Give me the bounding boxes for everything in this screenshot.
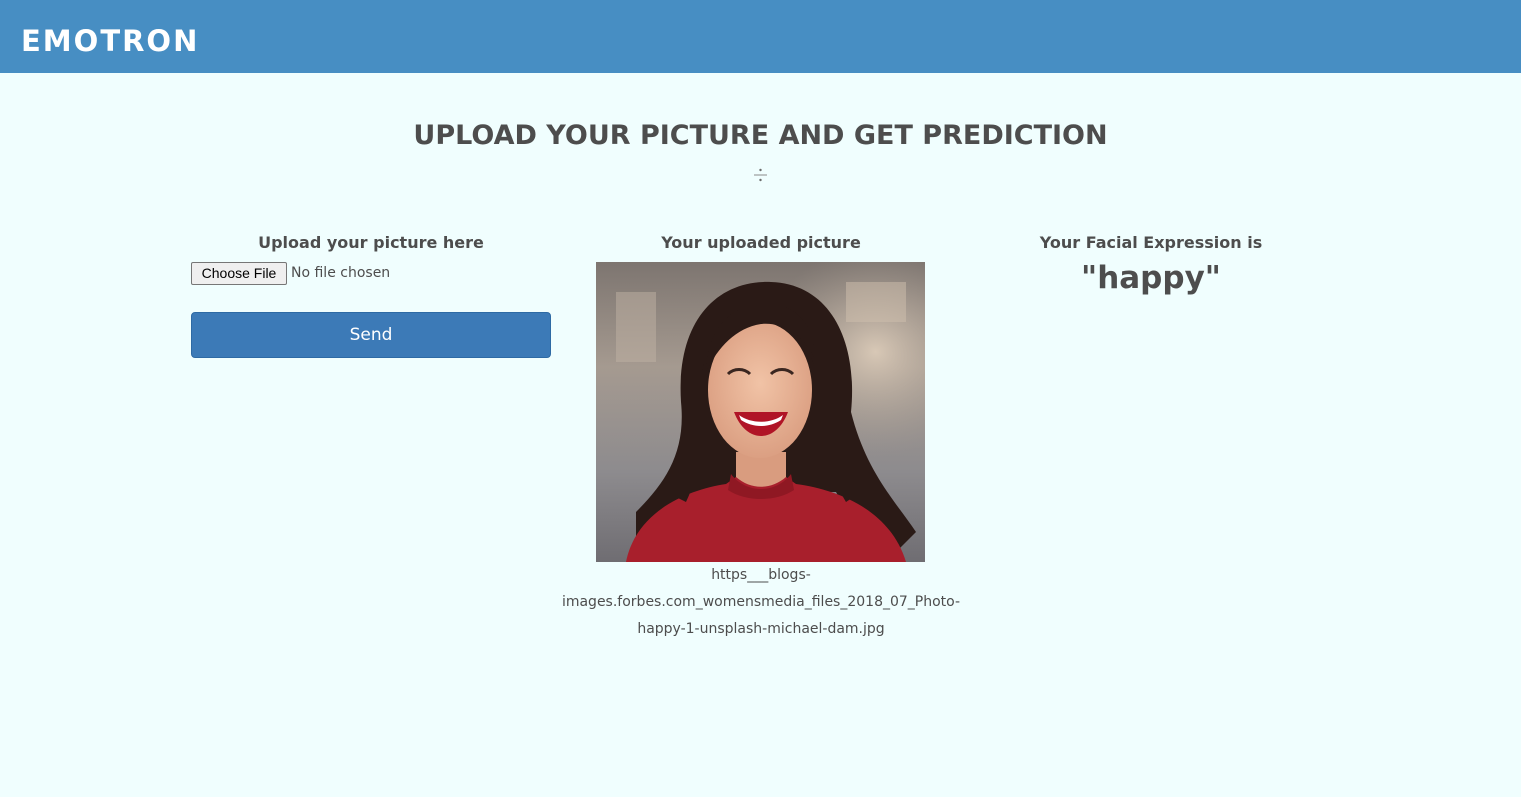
result-heading: Your Facial Expression is: [1039, 233, 1263, 252]
photo-image: [596, 262, 925, 562]
brand-logo[interactable]: EMOTRON: [21, 21, 199, 61]
divide-icon: [754, 168, 767, 182]
file-name-line: https___blogs-: [711, 567, 811, 583]
preview-heading: Your uploaded picture: [661, 233, 861, 252]
page-title: UPLOAD YOUR PICTURE AND GET PREDICTION: [413, 120, 1108, 151]
navbar: EMOTRON: [0, 0, 1521, 73]
file-name-line: happy-1-unsplash-michael-dam.jpg: [637, 621, 885, 637]
file-status: No file chosen: [291, 265, 391, 281]
prediction-value: "happy": [1081, 260, 1221, 296]
uploaded-file-name: https___blogs- images.forbes.com_womensm…: [561, 562, 961, 643]
send-button[interactable]: Send: [191, 312, 551, 358]
file-name-line: images.forbes.com_womensmedia_files_2018…: [561, 594, 961, 610]
uploaded-photo: [596, 262, 925, 562]
choose-file-button[interactable]: Choose File: [191, 262, 287, 285]
upload-heading: Upload your picture here: [258, 233, 484, 252]
